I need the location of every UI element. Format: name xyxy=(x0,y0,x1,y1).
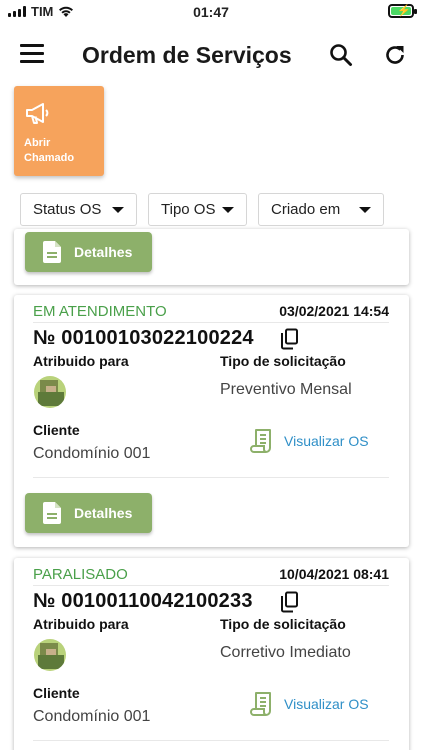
copy-icon[interactable] xyxy=(279,591,299,613)
battery-charging-icon: ⚡ xyxy=(388,4,417,18)
details-button[interactable]: Detalhes xyxy=(25,232,152,272)
filter-criado-em[interactable]: Criado em xyxy=(258,193,384,226)
client-label: Cliente xyxy=(33,422,80,438)
copy-icon[interactable] xyxy=(279,328,299,350)
search-icon[interactable] xyxy=(328,42,354,68)
divider xyxy=(33,585,389,586)
page-title: Ordem de Serviços xyxy=(82,42,292,68)
status-badge: EM ATENDIMENTO xyxy=(33,303,167,320)
assigned-to-label: Atribuido para xyxy=(33,616,129,632)
app-bar: Ordem de Serviços xyxy=(0,28,422,82)
divider xyxy=(33,740,389,741)
created-datetime: 10/04/2021 08:41 xyxy=(279,566,389,582)
open-ticket-label: Abrir Chamado xyxy=(24,137,75,164)
created-datetime: 03/02/2021 14:54 xyxy=(279,303,389,319)
filter-status-os[interactable]: Status OS xyxy=(20,193,137,226)
os-number: № 00100110042100233 xyxy=(33,590,253,612)
megaphone-icon xyxy=(26,103,49,124)
refresh-icon[interactable] xyxy=(382,42,408,68)
request-type-value: Corretivo Imediato xyxy=(220,644,351,661)
clock: 01:47 xyxy=(193,4,229,20)
caret-down-icon xyxy=(112,207,124,213)
avatar xyxy=(34,639,66,671)
menu-icon[interactable] xyxy=(20,44,44,64)
details-button[interactable]: Detalhes xyxy=(25,493,152,533)
service-order-card: PARALISADO 10/04/2021 08:41 № 0010011004… xyxy=(14,558,409,750)
receipt-icon xyxy=(250,692,271,716)
document-icon xyxy=(43,502,61,524)
status-badge: PARALISADO xyxy=(33,566,128,583)
divider xyxy=(33,477,389,478)
view-os-link[interactable]: Visualizar OS xyxy=(250,691,400,717)
client-value: Condomínio 001 xyxy=(33,708,151,725)
request-type-label: Tipo de solicitação xyxy=(220,616,346,632)
request-type-value: Preventivo Mensal xyxy=(220,381,352,398)
receipt-icon xyxy=(250,429,271,453)
caret-down-icon xyxy=(222,207,234,213)
avatar xyxy=(34,376,66,408)
status-bar: TIM 01:47 ⚡ xyxy=(0,0,422,24)
client-value: Condomínio 001 xyxy=(33,445,151,462)
os-number: № 00100103022100224 xyxy=(33,327,254,349)
divider xyxy=(33,322,389,323)
service-order-card: EM ATENDIMENTO 03/02/2021 14:54 № 001001… xyxy=(14,295,409,547)
caret-down-icon xyxy=(359,207,371,213)
view-os-link[interactable]: Visualizar OS xyxy=(250,428,400,454)
request-type-label: Tipo de solicitação xyxy=(220,353,346,369)
assigned-to-label: Atribuido para xyxy=(33,353,129,369)
document-icon xyxy=(43,241,61,263)
filter-tipo-os[interactable]: Tipo OS xyxy=(148,193,247,226)
open-ticket-button[interactable]: Abrir Chamado xyxy=(14,86,104,176)
service-order-card-partial: Detalhes xyxy=(14,229,409,285)
client-label: Cliente xyxy=(33,685,80,701)
